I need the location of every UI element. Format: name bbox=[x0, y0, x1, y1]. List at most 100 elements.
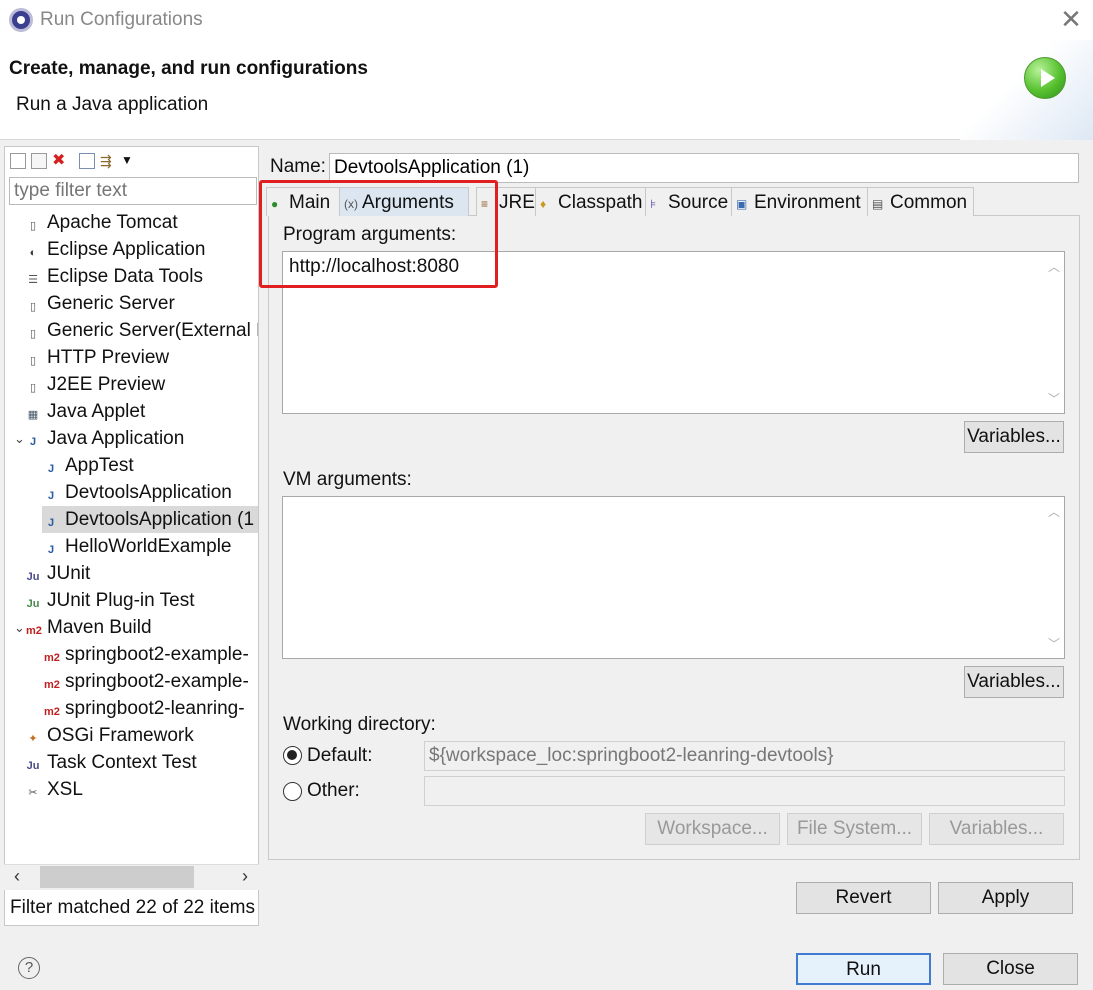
window-title: Run Configurations bbox=[40, 9, 203, 30]
tree-item-label: J2EE Preview bbox=[47, 374, 166, 395]
tree-item-label: Generic Server bbox=[47, 293, 175, 314]
scroll-up-icon[interactable]: ︿ bbox=[1048, 503, 1060, 520]
server-icon: ▯ bbox=[29, 355, 37, 367]
working-directory-label: Working directory: bbox=[283, 714, 436, 735]
applet-icon: ▦ bbox=[27, 409, 39, 421]
revert-button[interactable]: Revert bbox=[796, 882, 931, 914]
tree-item[interactable]: m2 springboot2-leanring- bbox=[4, 695, 258, 722]
eclipse-icon: ◐ bbox=[29, 247, 37, 259]
tree-item[interactable]: ⌄ J Java Application bbox=[4, 425, 258, 452]
name-field[interactable] bbox=[329, 153, 1079, 183]
tree-item[interactable]: ✂ XSL bbox=[4, 776, 258, 803]
tab-classpath[interactable]: ♦ Classpath bbox=[535, 187, 646, 216]
eclipse-icon bbox=[9, 8, 33, 32]
view-menu-icon[interactable]: ▼ bbox=[121, 153, 137, 169]
tree-item[interactable]: ▯ J2EE Preview bbox=[4, 371, 258, 398]
tree-item-label: JUnit Plug-in Test bbox=[47, 590, 195, 611]
tree-item-label: Java Application bbox=[47, 428, 185, 449]
java-app-icon: J bbox=[47, 544, 55, 556]
page-title: Create, manage, and run configurations bbox=[9, 58, 368, 79]
vm-arguments-label: VM arguments: bbox=[283, 469, 412, 490]
collapse-all-icon[interactable] bbox=[79, 152, 95, 169]
filter-icon[interactable]: ⇶ bbox=[100, 153, 116, 169]
other-directory-field[interactable] bbox=[424, 776, 1065, 806]
close-button[interactable]: Close bbox=[943, 953, 1078, 985]
default-radio[interactable] bbox=[283, 746, 302, 765]
tree-item-label: XSL bbox=[47, 779, 83, 800]
scroll-down-icon[interactable]: ﹀ bbox=[1048, 390, 1060, 407]
program-variables-button[interactable]: Variables... bbox=[964, 421, 1064, 453]
tree-item[interactable]: m2 springboot2-example- bbox=[4, 668, 258, 695]
tab-common[interactable]: ▤ Common bbox=[867, 187, 974, 216]
scroll-right-icon[interactable]: › bbox=[242, 866, 248, 887]
run-button[interactable]: Run bbox=[796, 953, 931, 985]
tree-item-label: springboot2-leanring- bbox=[65, 698, 245, 719]
tree-item[interactable]: Ju Task Context Test bbox=[4, 749, 258, 776]
tree-item-label: Task Context Test bbox=[47, 752, 197, 773]
tree-item[interactable]: ☰ Eclipse Data Tools bbox=[4, 263, 258, 290]
close-icon[interactable]: ✕ bbox=[1058, 4, 1084, 35]
default-label: Default: bbox=[307, 745, 373, 766]
tree-item-label: HelloWorldExample bbox=[65, 536, 232, 557]
help-icon[interactable]: ? bbox=[18, 957, 40, 979]
scroll-up-icon[interactable]: ︿ bbox=[1048, 258, 1060, 275]
tree-item[interactable]: J AppTest bbox=[4, 452, 258, 479]
tree-item-label: springboot2-example- bbox=[65, 644, 249, 665]
common-tab-icon: ▤ bbox=[872, 197, 884, 211]
tree-item[interactable]: J DevtoolsApplication (1 bbox=[42, 506, 258, 533]
file-system-button[interactable]: File System... bbox=[787, 813, 922, 845]
server-icon: ▯ bbox=[29, 382, 37, 394]
scrollbar-thumb[interactable] bbox=[40, 866, 194, 888]
tree-item-label: Maven Build bbox=[47, 617, 152, 638]
delete-icon[interactable]: ✖ bbox=[52, 152, 68, 169]
tree-item[interactable]: ◐ Eclipse Application bbox=[4, 236, 258, 263]
tree-item-label: AppTest bbox=[65, 455, 134, 476]
junit-icon: Ju bbox=[26, 571, 40, 583]
maven-icon: m2 bbox=[44, 679, 60, 691]
tree-item[interactable]: m2 springboot2-example- bbox=[4, 641, 258, 668]
tab-source[interactable]: ⊧ Source bbox=[645, 187, 732, 216]
other-label: Other: bbox=[307, 780, 360, 801]
highlight-annotation bbox=[259, 180, 498, 288]
vm-variables-button[interactable]: Variables... bbox=[964, 666, 1064, 698]
server-icon: ▯ bbox=[29, 328, 37, 340]
default-directory-field: ${workspace_loc:springboot2-leanring-dev… bbox=[424, 741, 1065, 771]
tree-item[interactable]: Ju JUnit Plug-in Test bbox=[4, 587, 258, 614]
tree-item[interactable]: ✦ OSGi Framework bbox=[4, 722, 258, 749]
apply-button[interactable]: Apply bbox=[938, 882, 1073, 914]
java-app-icon: J bbox=[47, 490, 55, 502]
scroll-down-icon[interactable]: ﹀ bbox=[1048, 635, 1060, 652]
server-icon: ▯ bbox=[29, 301, 37, 313]
junit-plugin-icon: Ju bbox=[26, 598, 40, 610]
expand-icon[interactable]: ⌄ bbox=[14, 614, 25, 641]
tree-item-label: DevtoolsApplication bbox=[65, 482, 232, 503]
source-tab-icon: ⊧ bbox=[650, 197, 657, 211]
tree-item[interactable]: ▯ HTTP Preview bbox=[4, 344, 258, 371]
workspace-button[interactable]: Workspace... bbox=[645, 813, 780, 845]
tab-environment[interactable]: ▣ Environment bbox=[731, 187, 868, 216]
other-radio[interactable] bbox=[283, 782, 302, 801]
working-variables-button[interactable]: Variables... bbox=[929, 813, 1064, 845]
scroll-left-icon[interactable]: ‹ bbox=[14, 866, 20, 887]
tree-item[interactable]: ▯ Apache Tomcat bbox=[4, 209, 258, 236]
filter-input[interactable] bbox=[9, 177, 257, 205]
expand-icon[interactable]: ⌄ bbox=[14, 425, 25, 452]
tree-item-label: Apache Tomcat bbox=[47, 212, 178, 233]
tree-item[interactable]: Ju JUnit bbox=[4, 560, 258, 587]
tree-item[interactable]: J HelloWorldExample bbox=[4, 533, 258, 560]
new-config-icon[interactable] bbox=[10, 152, 26, 169]
database-icon: ☰ bbox=[28, 274, 38, 286]
name-label: Name: bbox=[270, 156, 326, 177]
server-icon: ▯ bbox=[29, 220, 37, 232]
tree-item[interactable]: ▦ Java Applet bbox=[4, 398, 258, 425]
tree-item[interactable]: ▯ Generic Server bbox=[4, 290, 258, 317]
duplicate-icon[interactable] bbox=[31, 152, 47, 169]
xsl-icon: ✂ bbox=[28, 787, 38, 799]
tree-item[interactable]: J DevtoolsApplication bbox=[4, 479, 258, 506]
tree-item-label: OSGi Framework bbox=[47, 725, 194, 746]
tree-item-label: Generic Server(External L bbox=[47, 320, 258, 341]
vm-arguments-field[interactable]: ︿ ﹀ bbox=[282, 496, 1065, 659]
run-icon bbox=[1024, 57, 1066, 99]
tree-item[interactable]: ▯ Generic Server(External L bbox=[4, 317, 258, 344]
tree-item[interactable]: ⌄ m2 Maven Build bbox=[4, 614, 258, 641]
